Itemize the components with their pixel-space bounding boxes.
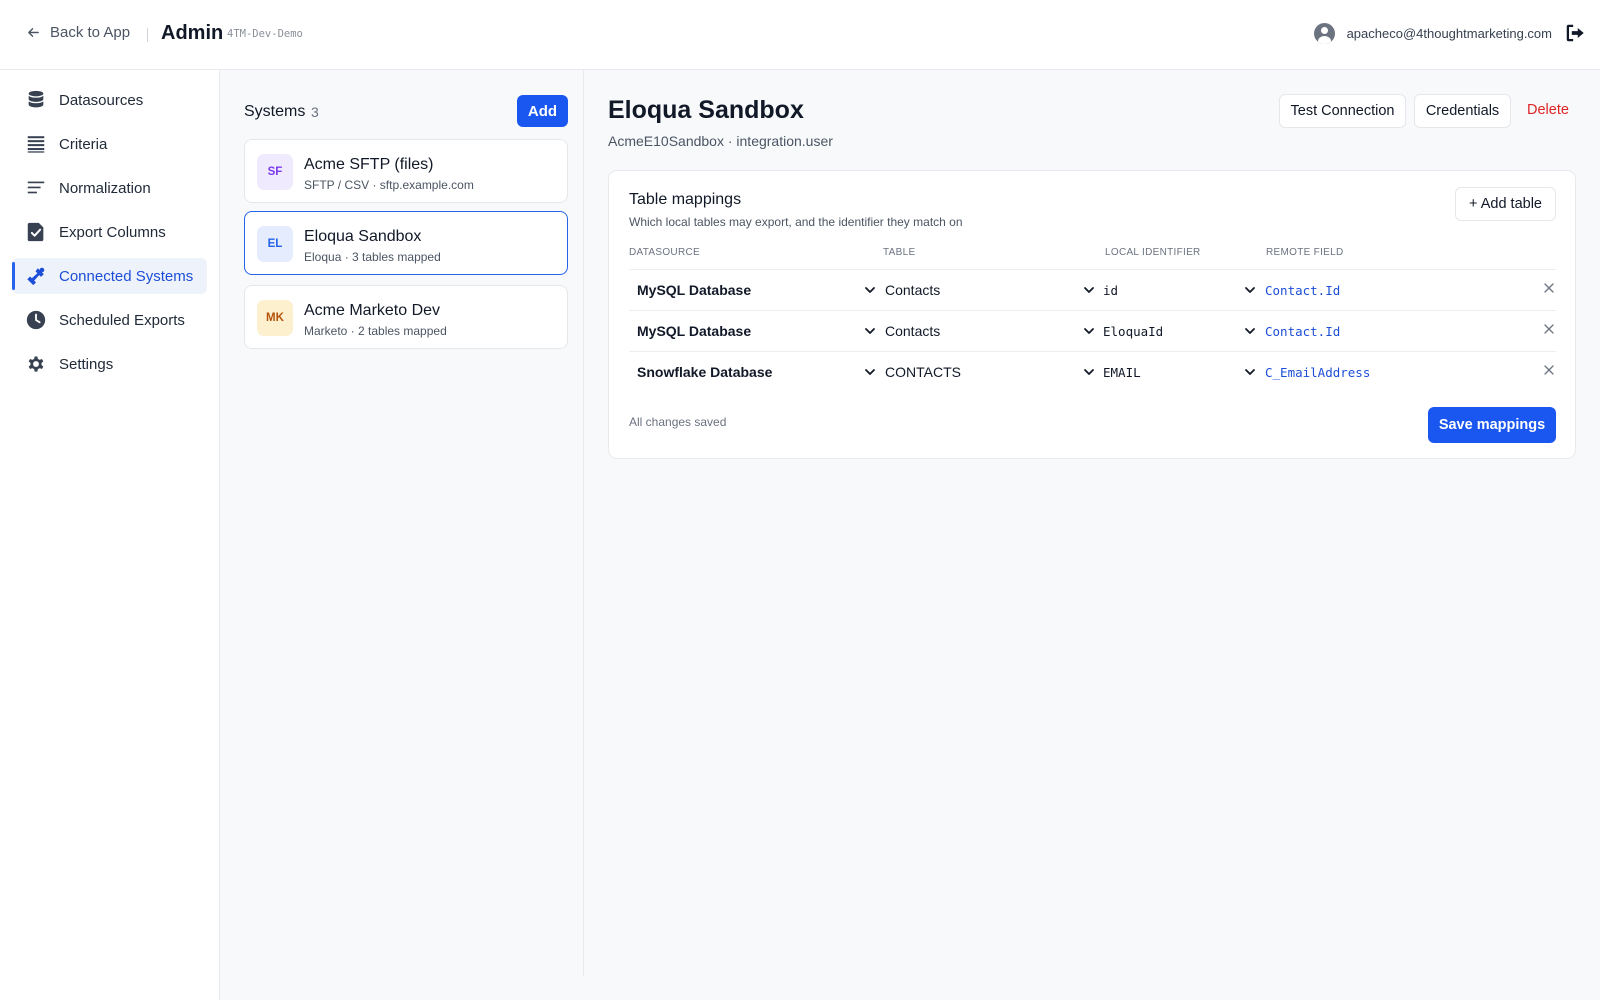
remote-field-input[interactable]: Contact.Id xyxy=(1265,324,1340,339)
close-icon[interactable] xyxy=(1543,323,1555,335)
remote-field-input[interactable]: C_EmailAddress xyxy=(1265,365,1370,380)
table-select[interactable]: CONTACTS xyxy=(885,364,961,380)
delete-button[interactable]: Delete xyxy=(1527,102,1569,118)
local-identifier-select[interactable]: EMAIL xyxy=(1103,365,1141,380)
datasource-select[interactable]: MySQL Database xyxy=(637,282,751,298)
sidebar-item-label: Criteria xyxy=(59,135,108,153)
table-mappings-panel: Table mappings Which local tables may ex… xyxy=(608,170,1576,459)
sidebar: Datasources Criteria Normalization Expor… xyxy=(0,70,220,1000)
sidebar-item-datasources[interactable]: Datasources xyxy=(12,82,207,118)
top-bar: Back to App Admin 4TM-Dev-Demo apacheco@… xyxy=(0,0,1600,70)
add-system-button[interactable]: Add xyxy=(517,95,568,127)
lines-icon xyxy=(27,181,45,194)
chevron-down-icon[interactable] xyxy=(1082,365,1096,379)
system-badge: EL xyxy=(257,226,293,262)
system-card-marketo[interactable]: MK Acme Marketo Dev Marketo · 2 tables m… xyxy=(244,285,568,349)
systems-count: 3 xyxy=(311,104,319,120)
system-title: Eloqua Sandbox xyxy=(304,228,422,245)
close-icon[interactable] xyxy=(1543,364,1555,376)
sidebar-item-criteria[interactable]: Criteria xyxy=(12,126,207,162)
add-table-button[interactable]: + Add table xyxy=(1455,187,1556,221)
local-identifier-select[interactable]: id xyxy=(1103,283,1118,298)
page-title: Admin xyxy=(161,22,224,44)
column-header-datasource: DATASOURCE xyxy=(629,247,700,258)
system-card-eloqua[interactable]: EL Eloqua Sandbox Eloqua · 3 tables mapp… xyxy=(244,211,568,275)
database-icon xyxy=(28,90,44,108)
systems-heading: Systems xyxy=(244,103,306,120)
datasource-select[interactable]: MySQL Database xyxy=(637,323,751,339)
chevron-down-icon[interactable] xyxy=(863,283,877,297)
sidebar-item-label: Connected Systems xyxy=(59,267,194,285)
system-subtitle: SFTP / CSV · sftp.example.com xyxy=(304,178,474,192)
system-card-sftp[interactable]: SF Acme SFTP (files) SFTP / CSV · sftp.e… xyxy=(244,139,568,203)
remote-field-input[interactable]: Contact.Id xyxy=(1265,283,1340,298)
credentials-button[interactable]: Credentials xyxy=(1414,94,1511,128)
sidebar-item-normalization[interactable]: Normalization xyxy=(12,170,207,206)
arrow-left-icon xyxy=(28,28,39,37)
column-header-remote-field: REMOTE FIELD xyxy=(1266,247,1344,258)
table-select[interactable]: Contacts xyxy=(885,323,940,339)
user-menu[interactable]: apacheco@4thoughtmarketing.com xyxy=(1313,23,1552,44)
avatar xyxy=(1313,23,1335,44)
system-badge: MK xyxy=(257,300,293,336)
list-icon xyxy=(27,136,45,153)
system-subtitle: Marketo · 2 tables mapped xyxy=(304,324,447,338)
back-to-app-link[interactable]: Back to App xyxy=(26,24,130,41)
column-header-local-identifier: LOCAL IDENTIFIER xyxy=(1105,247,1201,258)
sidebar-item-label: Datasources xyxy=(59,91,144,109)
close-icon[interactable] xyxy=(1543,282,1555,294)
chevron-down-icon[interactable] xyxy=(863,365,877,379)
system-title: Acme SFTP (files) xyxy=(304,156,434,173)
system-subtitle: Eloqua · 3 tables mapped xyxy=(304,250,441,264)
table-select[interactable]: Contacts xyxy=(885,282,940,298)
sidebar-item-label: Scheduled Exports xyxy=(59,311,185,329)
sidebar-item-label: Settings xyxy=(59,355,114,373)
save-status: All changes saved xyxy=(629,415,727,429)
system-detail-subtitle: AcmeE10Sandbox · integration.user xyxy=(608,133,833,149)
chevron-down-icon[interactable] xyxy=(1243,365,1257,379)
gear-icon xyxy=(28,356,44,372)
chevron-down-icon[interactable] xyxy=(1082,324,1096,338)
checklist-icon xyxy=(27,222,44,242)
header-divider xyxy=(147,28,148,42)
sidebar-item-scheduled-exports[interactable]: Scheduled Exports xyxy=(12,302,207,338)
chevron-down-icon[interactable] xyxy=(1082,283,1096,297)
chevron-down-icon[interactable] xyxy=(1243,324,1257,338)
clock-icon xyxy=(26,310,46,330)
sidebar-item-label: Normalization xyxy=(59,179,151,197)
mappings-subtitle: Which local tables may export, and the i… xyxy=(629,215,963,229)
plug-icon xyxy=(27,267,45,286)
sidebar-item-export-columns[interactable]: Export Columns xyxy=(12,214,207,250)
logout-icon[interactable] xyxy=(1564,22,1586,44)
table-row: MySQL Database Contacts EloquaId Contact… xyxy=(629,310,1556,351)
local-identifier-select[interactable]: EloquaId xyxy=(1103,324,1163,339)
mappings-title: Table mappings xyxy=(629,191,742,208)
table-row: MySQL Database Contacts id Contact.Id xyxy=(629,269,1556,310)
environment-label: 4TM-Dev-Demo xyxy=(227,28,303,40)
back-label: Back to App xyxy=(50,24,131,41)
table-row: Snowflake Database CONTACTS EMAIL C_Emai… xyxy=(629,351,1556,392)
system-badge: SF xyxy=(257,154,293,190)
system-detail-title: Eloqua Sandbox xyxy=(608,96,804,124)
test-connection-button[interactable]: Test Connection xyxy=(1279,94,1406,128)
sidebar-item-settings[interactable]: Settings xyxy=(12,346,207,382)
save-mappings-button[interactable]: Save mappings xyxy=(1428,407,1556,443)
system-title: Acme Marketo Dev xyxy=(304,302,441,319)
sidebar-item-connected-systems[interactable]: Connected Systems xyxy=(12,258,207,294)
datasource-select[interactable]: Snowflake Database xyxy=(637,364,772,380)
chevron-down-icon[interactable] xyxy=(863,324,877,338)
systems-panel: Systems 3 Add SF Acme SFTP (files) SFTP … xyxy=(220,70,584,976)
sidebar-item-label: Export Columns xyxy=(59,223,166,241)
column-header-table: TABLE xyxy=(883,247,916,258)
user-email: apacheco@4thoughtmarketing.com xyxy=(1346,26,1552,41)
chevron-down-icon[interactable] xyxy=(1243,283,1257,297)
